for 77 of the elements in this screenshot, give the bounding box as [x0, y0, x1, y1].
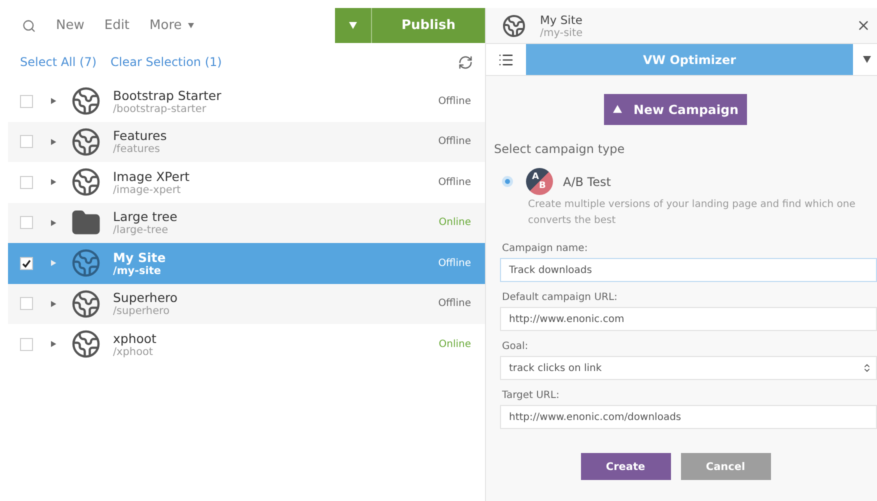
tree-row[interactable]: Large tree /large-tree Online	[8, 202, 485, 243]
toolbar-button[interactable]: More	[140, 8, 192, 43]
site-path: /my-site	[540, 26, 584, 38]
select-all-link[interactable]: Select All (7)	[20, 55, 97, 69]
new-campaign-button[interactable]: New Campaign	[604, 94, 747, 125]
status-label: Offline	[438, 96, 471, 107]
item-path: /my-site	[113, 264, 162, 277]
item-path: /superhero	[113, 305, 171, 318]
globe-icon	[71, 86, 101, 116]
select-arrows-icon	[862, 363, 872, 373]
globe-icon	[71, 248, 101, 278]
item-name: xphoot	[113, 330, 158, 346]
expand-icon[interactable]	[51, 341, 57, 348]
checkbox[interactable]	[20, 176, 33, 189]
item-name: Superhero	[113, 290, 179, 306]
create-button[interactable]: Create	[580, 453, 670, 480]
globe-icon	[71, 288, 101, 319]
caret-icon	[349, 22, 357, 30]
item-name: My Site	[113, 250, 167, 265]
field-label: Goal:	[502, 341, 530, 352]
campaign-type-description: Create multiple versions of your landing page and find which one converts the best	[527, 198, 856, 228]
section-label: Select campaign type	[494, 142, 626, 156]
campaign-type-label: A/B Test	[563, 174, 611, 188]
publish-menu-button[interactable]	[335, 8, 372, 43]
checkbox[interactable]	[20, 216, 33, 230]
item-path: /image-xpert	[113, 184, 182, 196]
ab-badge: A B	[526, 168, 553, 195]
expand-icon[interactable]	[51, 220, 57, 226]
globe-icon	[71, 167, 101, 198]
checkbox[interactable]	[20, 94, 33, 108]
goal-select[interactable]: track clicks on link	[500, 356, 877, 380]
list-icon[interactable]	[498, 52, 514, 68]
refresh-icon[interactable]	[458, 54, 473, 70]
item-name: Image XPert	[113, 168, 191, 184]
globe-icon	[502, 14, 526, 38]
radio-button[interactable]	[502, 176, 513, 187]
item-path: /large-tree	[113, 224, 170, 236]
status-label: Online	[438, 338, 471, 350]
status-label: Offline	[438, 298, 471, 310]
tree-row[interactable]: Superhero /superhero Offline	[8, 284, 485, 324]
field-label: Default campaign URL:	[502, 292, 618, 303]
clear-selection-link[interactable]: Clear Selection (1)	[110, 55, 222, 69]
item-path: /bootstrap-starter	[113, 102, 208, 115]
input-field[interactable]: Track downloads	[500, 258, 877, 282]
toolbar-button[interactable]: Edit	[94, 8, 140, 43]
globe-icon	[71, 329, 101, 360]
item-name: Bootstrap Starter	[113, 88, 222, 103]
checkbox[interactable]	[20, 135, 33, 148]
toolbar-button[interactable]: New	[46, 8, 94, 43]
publish-button[interactable]: Publish	[372, 8, 485, 43]
status-label: Offline	[438, 136, 471, 148]
item-path: /features	[113, 143, 161, 156]
checkbox[interactable]	[20, 297, 33, 310]
input-field[interactable]: http://www.enonic.com/downloads	[500, 405, 877, 429]
status-label: Offline	[438, 258, 471, 269]
tree-row[interactable]: Features /features Offline	[8, 122, 485, 162]
search-icon[interactable]	[22, 18, 36, 32]
checkbox[interactable]	[20, 338, 33, 351]
caret-icon	[612, 105, 622, 114]
status-label: Online	[438, 217, 471, 228]
caret-icon[interactable]	[188, 22, 194, 28]
item-name: Features	[113, 128, 168, 144]
expand-icon[interactable]	[51, 138, 57, 145]
expand-icon[interactable]	[51, 98, 57, 104]
field-label: Campaign name:	[502, 243, 589, 254]
item-name: Large tree	[113, 209, 178, 224]
site-title: My Site	[540, 12, 584, 26]
dropdown-icon[interactable]	[863, 56, 871, 64]
status-label: Offline	[438, 176, 471, 188]
item-path: /xphoot	[113, 346, 154, 358]
field-label: Target URL:	[502, 390, 560, 401]
close-icon[interactable]	[856, 18, 871, 33]
checkbox[interactable]	[20, 256, 33, 270]
globe-icon	[71, 126, 101, 157]
input-field[interactable]: http://www.enonic.com	[500, 307, 877, 331]
expand-icon[interactable]	[51, 179, 57, 186]
expand-icon[interactable]	[51, 300, 57, 307]
